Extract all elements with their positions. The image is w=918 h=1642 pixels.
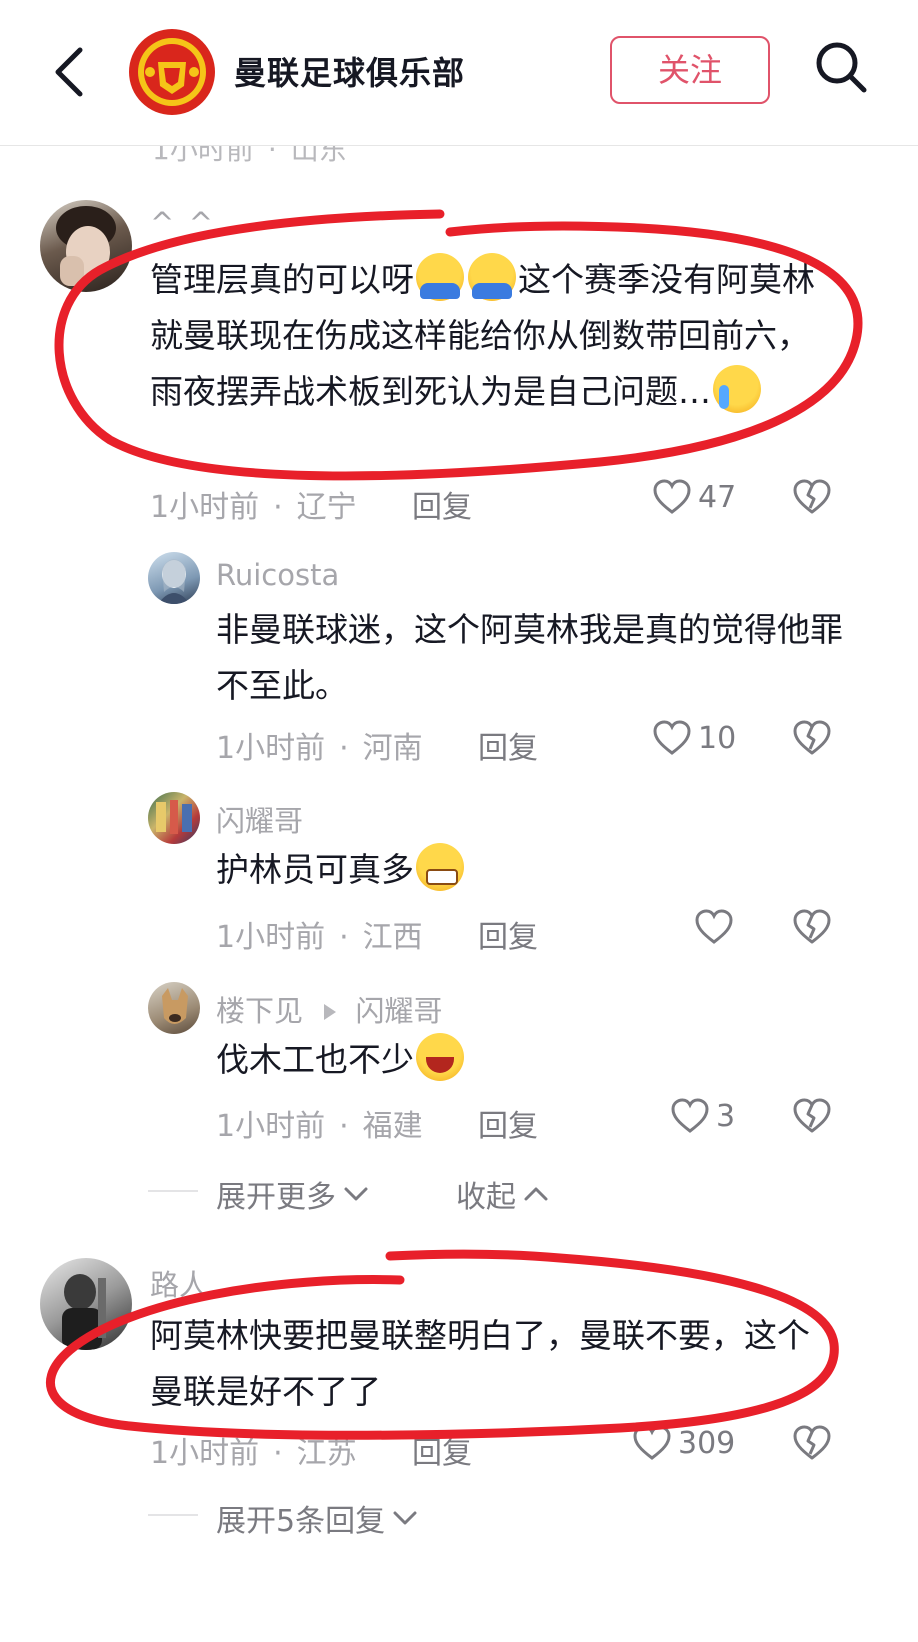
expand-replies-button[interactable]: 展开5条回复 [216, 1496, 419, 1540]
dislike-button[interactable] [792, 908, 832, 950]
grimacing-sweat-emoji [416, 843, 464, 891]
reply-button[interactable]: 回复 [412, 482, 472, 526]
like-button[interactable]: 309 [632, 1424, 735, 1462]
page-title[interactable]: 曼联足球俱乐部 [234, 48, 465, 94]
thread-divider [148, 1190, 198, 1192]
avatar[interactable] [40, 1258, 132, 1350]
reply-meta: 1小时前 · 福建 [216, 1109, 423, 1144]
search-button[interactable] [812, 38, 872, 98]
chevron-down-icon [393, 1511, 417, 1525]
hugging-face-emoji [416, 253, 464, 301]
reply-username: 楼下见 闪耀哥 [216, 994, 443, 1028]
reply-text: 伐木工也不少 [216, 1032, 846, 1088]
like-button[interactable]: 3 [670, 1097, 735, 1135]
broken-heart-icon [793, 720, 831, 755]
follow-button[interactable]: 关注 [610, 36, 770, 104]
club-logo[interactable] [128, 28, 216, 116]
broken-heart-icon [793, 479, 831, 514]
heart-icon [653, 720, 691, 755]
comment-meta: 1小时前 · 辽宁 [150, 490, 357, 525]
comment-username[interactable]: 路人 [150, 1262, 208, 1304]
reply-text: 非曼联球迷，这个阿莫林我是真的觉得他罪不至此。 [216, 610, 843, 705]
comment-text: 阿莫林快要把曼联整明白了，曼联不要，这个曼联是好不了了 [150, 1316, 810, 1411]
avatar[interactable] [148, 552, 200, 604]
avatar[interactable] [40, 200, 132, 292]
dislike-button[interactable] [792, 478, 832, 520]
dislike-button[interactable] [792, 719, 832, 761]
collapse-button[interactable]: 收起 [456, 1172, 550, 1216]
like-count: 47 [698, 479, 737, 515]
dislike-button[interactable] [792, 1424, 832, 1466]
reply-button[interactable]: 回复 [412, 1428, 472, 1472]
search-icon [816, 42, 867, 93]
heart-icon [653, 479, 691, 514]
like-button[interactable]: 47 [652, 478, 736, 516]
crying-face-emoji [713, 365, 761, 413]
broken-heart-icon [793, 1425, 831, 1460]
dislike-button[interactable] [792, 1097, 832, 1139]
back-button[interactable] [48, 44, 88, 100]
thread-divider [148, 1514, 198, 1516]
chevron-left-icon [55, 47, 83, 97]
avatar[interactable] [148, 792, 200, 844]
reply-button[interactable]: 回复 [478, 1101, 538, 1145]
like-button[interactable]: 10 [652, 719, 736, 757]
reply-button[interactable]: 回复 [478, 912, 538, 956]
heart-icon [633, 1425, 671, 1460]
hugging-face-emoji [468, 253, 516, 301]
rolling-laughing-emoji [416, 1033, 464, 1081]
top-bar: 曼联足球俱乐部 关注 [0, 0, 918, 146]
reply-username[interactable]: 闪耀哥 [216, 798, 303, 840]
like-count: 3 [716, 1098, 736, 1134]
avatar[interactable] [148, 982, 200, 1034]
comment-text: 管理层真的可以呀 这个赛季没有阿莫林就曼联现在伤成这样能给你从倒数带回前六，雨夜摆… [150, 252, 840, 420]
chevron-down-icon [344, 1187, 368, 1201]
reply-text: 护林员可真多 [216, 842, 846, 898]
like-count: 10 [698, 720, 737, 756]
comment-meta: 1小时前 · 江苏 [150, 1436, 357, 1471]
heart-icon [671, 1098, 709, 1133]
like-count: 309 [678, 1425, 736, 1461]
reply-arrow-icon [324, 1004, 337, 1020]
reply-meta: 1小时前 · 江西 [216, 920, 423, 955]
heart-icon [695, 909, 733, 944]
reply-meta: 1小时前 · 河南 [216, 731, 423, 766]
comment-username[interactable]: ^_^ [150, 206, 213, 240]
like-button[interactable] [694, 908, 740, 946]
chevron-up-icon [524, 1187, 548, 1201]
broken-heart-icon [793, 1098, 831, 1133]
broken-heart-icon [793, 909, 831, 944]
expand-more-button[interactable]: 展开更多 [216, 1172, 370, 1216]
reply-button[interactable]: 回复 [478, 723, 538, 767]
reply-username[interactable]: Ruicosta [216, 558, 339, 592]
